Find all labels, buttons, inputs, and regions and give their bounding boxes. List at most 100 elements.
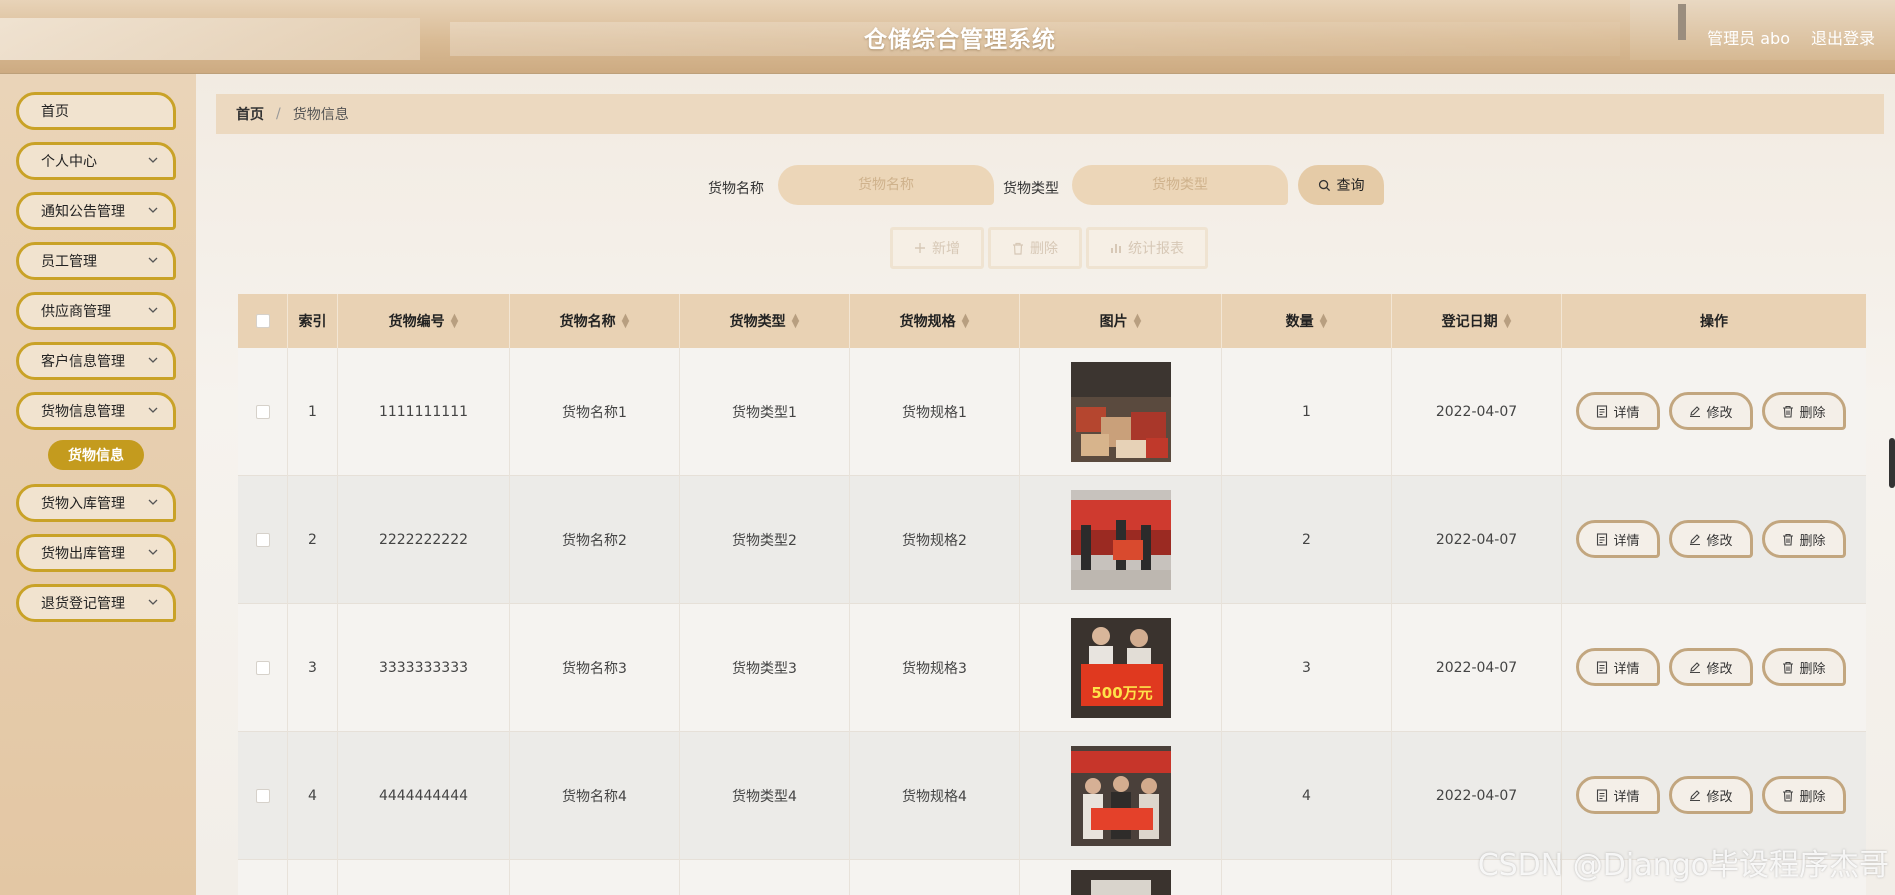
goods-thumbnail[interactable]: [1070, 746, 1171, 846]
sidebar-item-staff[interactable]: 员工管理: [16, 242, 176, 280]
name-cell: 货物名称3: [510, 604, 680, 732]
quantity-cell: [1222, 860, 1392, 895]
edit-button-label: 修改: [1706, 661, 1733, 677]
sidebar-item-label: 货物入库管理: [41, 496, 125, 512]
spec-cell: 货物规格1: [850, 348, 1020, 476]
chevron-down-icon: [148, 549, 158, 555]
delete-button[interactable]: 删除: [1762, 776, 1846, 814]
image-cell: [1020, 860, 1222, 895]
breadcrumb-current: 货物信息: [292, 107, 349, 123]
date-cell: 2022-04-07: [1392, 476, 1562, 604]
delete-button[interactable]: 删除: [1762, 648, 1846, 686]
scrollbar-thumb[interactable]: [1889, 438, 1895, 488]
quantity-cell: 1: [1222, 348, 1392, 476]
sort-icon[interactable]: ▲ ▼: [792, 313, 800, 330]
sort-icon[interactable]: ▲ ▼: [1320, 313, 1328, 330]
select-all-checkbox[interactable]: [255, 314, 270, 328]
row-select-cell: [238, 476, 288, 604]
detail-button[interactable]: 详情: [1576, 776, 1660, 814]
row-checkbox[interactable]: [255, 661, 270, 675]
edit-button[interactable]: 修改: [1669, 648, 1753, 686]
sort-icon[interactable]: ▲ ▼: [451, 313, 459, 330]
column-header[interactable]: 货物类型 ▲ ▼: [680, 294, 850, 348]
image-cell: 500万元: [1020, 604, 1222, 732]
detail-button-label: 详情: [1613, 405, 1640, 421]
query-button[interactable]: 查询: [1298, 165, 1384, 205]
column-header[interactable]: 登记日期 ▲ ▼: [1392, 294, 1562, 348]
detail-button[interactable]: 详情: [1576, 392, 1660, 430]
column-header[interactable]: 图片 ▲ ▼: [1020, 294, 1222, 348]
row-checkbox[interactable]: [255, 405, 270, 419]
sidebar-item-customer[interactable]: 客户信息管理: [16, 342, 176, 380]
quantity-cell: 4: [1222, 732, 1392, 860]
row-select-cell: [238, 604, 288, 732]
detail-button[interactable]: 详情: [1576, 520, 1660, 558]
sidebar-item-notice[interactable]: 通知公告管理: [16, 192, 176, 230]
sidebar-item-label: 首页: [41, 104, 69, 120]
sort-icon[interactable]: ▲ ▼: [1134, 313, 1142, 330]
image-cell: [1020, 476, 1222, 604]
index-cell: 3: [288, 604, 338, 732]
row-checkbox[interactable]: [255, 789, 270, 803]
detail-button[interactable]: 详情: [1576, 648, 1660, 686]
goods-thumbnail[interactable]: [1070, 870, 1171, 895]
logout-link[interactable]: 退出登录: [1811, 25, 1875, 49]
chevron-down-icon: [148, 157, 158, 163]
column-header[interactable]: 货物规格 ▲ ▼: [850, 294, 1020, 348]
column-header[interactable]: 数量 ▲ ▼: [1222, 294, 1392, 348]
edit-icon: [1690, 406, 1701, 417]
column-header[interactable]: 货物编号 ▲ ▼: [338, 294, 510, 348]
sidebar-item-label: 通知公告管理: [41, 204, 125, 220]
edit-button[interactable]: 修改: [1669, 776, 1753, 814]
delete-button[interactable]: 删除: [1762, 520, 1846, 558]
column-header[interactable]: 货物名称 ▲ ▼: [510, 294, 680, 348]
add-button[interactable]: 新增: [890, 227, 984, 269]
sidebar-item-stock-in[interactable]: 货物入库管理: [16, 484, 176, 522]
goods-name-input[interactable]: [778, 165, 994, 205]
column-header-label: 货物编号: [388, 314, 445, 330]
goods-thumbnail[interactable]: [1070, 490, 1171, 590]
chevron-down-icon: [148, 307, 158, 313]
sidebar-item-supplier[interactable]: 供应商管理: [16, 292, 176, 330]
chevron-down-icon: [148, 257, 158, 263]
sort-icon[interactable]: ▲ ▼: [622, 313, 630, 330]
index-cell: 4: [288, 732, 338, 860]
watermark-text: CSDN @Django毕设程序杰哥: [1477, 848, 1889, 883]
breadcrumb-separator: /: [276, 106, 281, 122]
batch-delete-button[interactable]: 删除: [988, 227, 1082, 269]
goods-thumbnail[interactable]: [1070, 362, 1171, 462]
edit-button[interactable]: 修改: [1669, 392, 1753, 430]
edit-button-label: 修改: [1706, 789, 1733, 805]
sidebar-item-home[interactable]: 首页: [16, 92, 176, 130]
goods-thumbnail[interactable]: 500万元: [1070, 618, 1171, 718]
date-cell: 2022-04-07: [1392, 348, 1562, 476]
trash-icon: [1783, 789, 1794, 802]
delete-button[interactable]: 删除: [1762, 392, 1846, 430]
edit-button[interactable]: 修改: [1669, 520, 1753, 558]
operations-cell: 详情 修改 删除: [1562, 348, 1866, 476]
sidebar-item-returns[interactable]: 退货登记管理: [16, 584, 176, 622]
stats-report-button[interactable]: 统计报表: [1086, 227, 1208, 269]
select-all-cell: [238, 294, 288, 348]
type-cell: 货物类型1: [680, 348, 850, 476]
sort-icon[interactable]: ▲ ▼: [1504, 313, 1512, 330]
chevron-down-icon: [148, 599, 158, 605]
spec-cell: 货物规格3: [850, 604, 1020, 732]
trash-icon: [1783, 405, 1794, 418]
chevron-up-icon: [148, 407, 158, 413]
sidebar-subitem-goods-info[interactable]: 货物信息: [48, 440, 144, 470]
goods-type-input[interactable]: [1072, 165, 1288, 205]
breadcrumb-home[interactable]: 首页: [236, 104, 264, 124]
sidebar-item-profile[interactable]: 个人中心: [16, 142, 176, 180]
sidebar-item-label: 员工管理: [41, 254, 97, 270]
type-cell: 货物类型3: [680, 604, 850, 732]
quantity-cell: 3: [1222, 604, 1392, 732]
table-row: 2 2222222222 货物名称2 货物类型2 货物规格2 2 2022-04…: [238, 476, 1866, 604]
sidebar-item-stock-out[interactable]: 货物出库管理: [16, 534, 176, 572]
row-select-cell: [238, 732, 288, 860]
index-cell: 2: [288, 476, 338, 604]
row-checkbox[interactable]: [255, 533, 270, 547]
column-header-label: 登记日期: [1441, 314, 1498, 330]
sort-icon[interactable]: ▲ ▼: [962, 313, 970, 330]
sidebar-item-goods[interactable]: 货物信息管理: [16, 392, 176, 430]
